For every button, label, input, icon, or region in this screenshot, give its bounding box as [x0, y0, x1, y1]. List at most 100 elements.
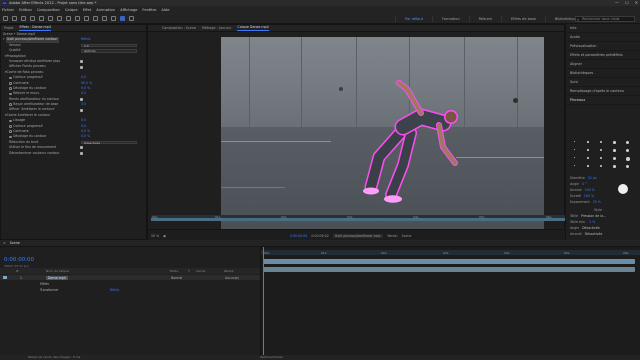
- menu-calque[interactable]: Calque: [65, 8, 78, 12]
- tab-effect-controls[interactable]: Effets : Danse.mp4: [19, 25, 51, 31]
- menu-effet[interactable]: Effet: [83, 8, 92, 12]
- pan-behind-tool-icon[interactable]: [57, 16, 62, 21]
- property-dropdown[interactable]: Désactivée: [81, 140, 137, 145]
- panel-align[interactable]: Aligner: [566, 60, 640, 69]
- property-dropdown[interactable]: 2.0: [81, 43, 137, 48]
- workspace-learn[interactable]: Formation: [432, 16, 469, 22]
- tab-scene[interactable]: Scene: [10, 241, 20, 245]
- clone-tool-icon[interactable]: [102, 16, 107, 21]
- stopwatch-icon[interactable]: [9, 119, 12, 123]
- brush-preset-icon[interactable]: [613, 141, 616, 144]
- panel-preview[interactable]: Prévisualisation: [566, 42, 640, 51]
- brush-hardness[interactable]: 100 %: [584, 194, 594, 198]
- roundness-dropdown[interactable]: Désactivée: [585, 232, 603, 236]
- brush-preset-icon[interactable]: [574, 141, 575, 142]
- brush-preset-icon[interactable]: [613, 157, 616, 160]
- layer-row[interactable]: 1 Danse.mp4 Normal Aucun(e): [0, 275, 260, 281]
- brush-angle[interactable]: 0 °: [582, 182, 587, 186]
- menu-fenetre[interactable]: Fenêtre: [142, 8, 156, 12]
- tab-layer[interactable]: Calque Danse.mp4: [237, 25, 269, 31]
- property-checkbox[interactable]: [80, 151, 83, 155]
- render-checkbox[interactable]: Rendu: [387, 234, 397, 238]
- stopwatch-icon[interactable]: [9, 92, 12, 96]
- panel-audio[interactable]: Audio: [566, 33, 640, 42]
- brush-diameter[interactable]: 21 px: [588, 176, 597, 180]
- stopwatch-icon[interactable]: [9, 103, 12, 107]
- panel-brushes[interactable]: Pinceaux: [566, 96, 640, 105]
- property-dropdown[interactable]: Optimal: [81, 48, 137, 53]
- panel-content-aware-fill[interactable]: Remplissage d'après le contenu: [566, 87, 640, 96]
- camera-icon[interactable]: ◉: [163, 234, 166, 238]
- menu-aide[interactable]: Aide: [161, 8, 169, 12]
- angle-dropdown[interactable]: Désactivée: [582, 226, 600, 230]
- brush-preset-icon[interactable]: [574, 165, 575, 166]
- pen-tool-icon[interactable]: [75, 16, 80, 21]
- tab-composition[interactable]: Composition : Scene: [162, 26, 196, 30]
- property-checkbox[interactable]: [80, 65, 83, 69]
- layer-duration-bar[interactable]: [263, 267, 635, 272]
- brush-preset-icon[interactable]: [574, 149, 575, 150]
- brush-preset-icon[interactable]: [600, 149, 602, 151]
- tab-project[interactable]: Projet: [4, 26, 13, 30]
- brush-preset-icon[interactable]: [626, 157, 630, 161]
- brush-preset-icon[interactable]: [600, 165, 602, 167]
- workspace-effects[interactable]: Effets de base: [501, 16, 545, 22]
- current-time-indicator[interactable]: [263, 247, 264, 355]
- close-button[interactable]: ✕: [635, 0, 638, 5]
- panel-libraries[interactable]: Bibliothèques: [566, 69, 640, 78]
- brush-preset-icon[interactable]: [587, 157, 589, 159]
- brush-preset-icon[interactable]: [587, 149, 589, 151]
- panel-effects-presets[interactable]: Effets et paramètres prédéfinis: [566, 51, 640, 60]
- workspace-default[interactable]: Par défaut: [395, 16, 432, 22]
- brush-preset-icon[interactable]: [600, 157, 603, 160]
- work-area-bar[interactable]: [151, 218, 566, 221]
- home-tool-icon[interactable]: [3, 16, 8, 21]
- toggle-switches-modes[interactable]: Options/modes: [260, 355, 283, 360]
- brush-preset-icon[interactable]: [626, 141, 629, 144]
- help-search-input[interactable]: ⌕ Rechercher dans l'aide: [575, 16, 635, 22]
- stopwatch-icon[interactable]: [9, 76, 12, 80]
- brush-preset-icon[interactable]: [613, 149, 616, 152]
- zoom-dropdown[interactable]: 50 %: [151, 234, 159, 238]
- menu-edition[interactable]: Edition: [19, 8, 32, 12]
- eraser-tool-icon[interactable]: [111, 16, 116, 21]
- brush-spacing[interactable]: 25 %: [593, 200, 601, 204]
- menu-composition[interactable]: Composition: [37, 8, 60, 12]
- stopwatch-icon[interactable]: [9, 130, 12, 134]
- stopwatch-icon[interactable]: [9, 135, 12, 139]
- work-area-bar[interactable]: [263, 259, 635, 264]
- property-checkbox[interactable]: [80, 108, 83, 112]
- panel-info[interactable]: Info: [566, 24, 640, 33]
- mask-tool-icon[interactable]: [66, 16, 71, 21]
- property-checkbox[interactable]: [80, 60, 83, 64]
- property-checkbox[interactable]: [80, 146, 83, 150]
- panel-tracker[interactable]: Suivi: [566, 78, 640, 87]
- layer-viewer[interactable]: [221, 37, 544, 229]
- puppet-tool-icon[interactable]: [129, 16, 134, 21]
- stopwatch-icon[interactable]: [9, 81, 12, 85]
- timeline-track-area[interactable]: 00s 01s 02s 03s 04s 05s 06s: [260, 247, 640, 355]
- stopwatch-icon[interactable]: [9, 87, 12, 90]
- preview-mode-dropdown[interactable]: Outil pinceau/Améliorer cont.: [332, 233, 384, 238]
- camera-tool-icon[interactable]: [48, 16, 53, 21]
- menu-animation[interactable]: Animation: [96, 8, 115, 12]
- hand-tool-icon[interactable]: [21, 16, 26, 21]
- zoom-tool-icon[interactable]: [30, 16, 35, 21]
- tab-footage[interactable]: Métrage : (aucun): [202, 26, 232, 30]
- toggle-comp-button[interactable]: Scene: [402, 234, 412, 238]
- brush-tool-icon[interactable]: [93, 16, 98, 21]
- brush-preset-icon[interactable]: [587, 141, 589, 143]
- menu-fichier[interactable]: Fichier: [2, 8, 14, 12]
- close-tab-icon[interactable]: ✕: [3, 241, 6, 245]
- transform-row[interactable]: Transformer Réinit.: [0, 287, 260, 292]
- minimize-button[interactable]: —: [615, 0, 619, 5]
- size-dropdown[interactable]: Pression de la...: [581, 214, 606, 218]
- maximize-button[interactable]: ☐: [625, 0, 629, 5]
- effects-row[interactable]: Effets: [0, 281, 260, 286]
- rotate-tool-icon[interactable]: [39, 16, 44, 21]
- brush-preset-icon[interactable]: [626, 149, 629, 152]
- brush-preset-icon[interactable]: [613, 165, 616, 168]
- property-checkbox[interactable]: [80, 97, 83, 101]
- stopwatch-icon[interactable]: [9, 125, 12, 128]
- brush-preset-icon[interactable]: [600, 141, 602, 143]
